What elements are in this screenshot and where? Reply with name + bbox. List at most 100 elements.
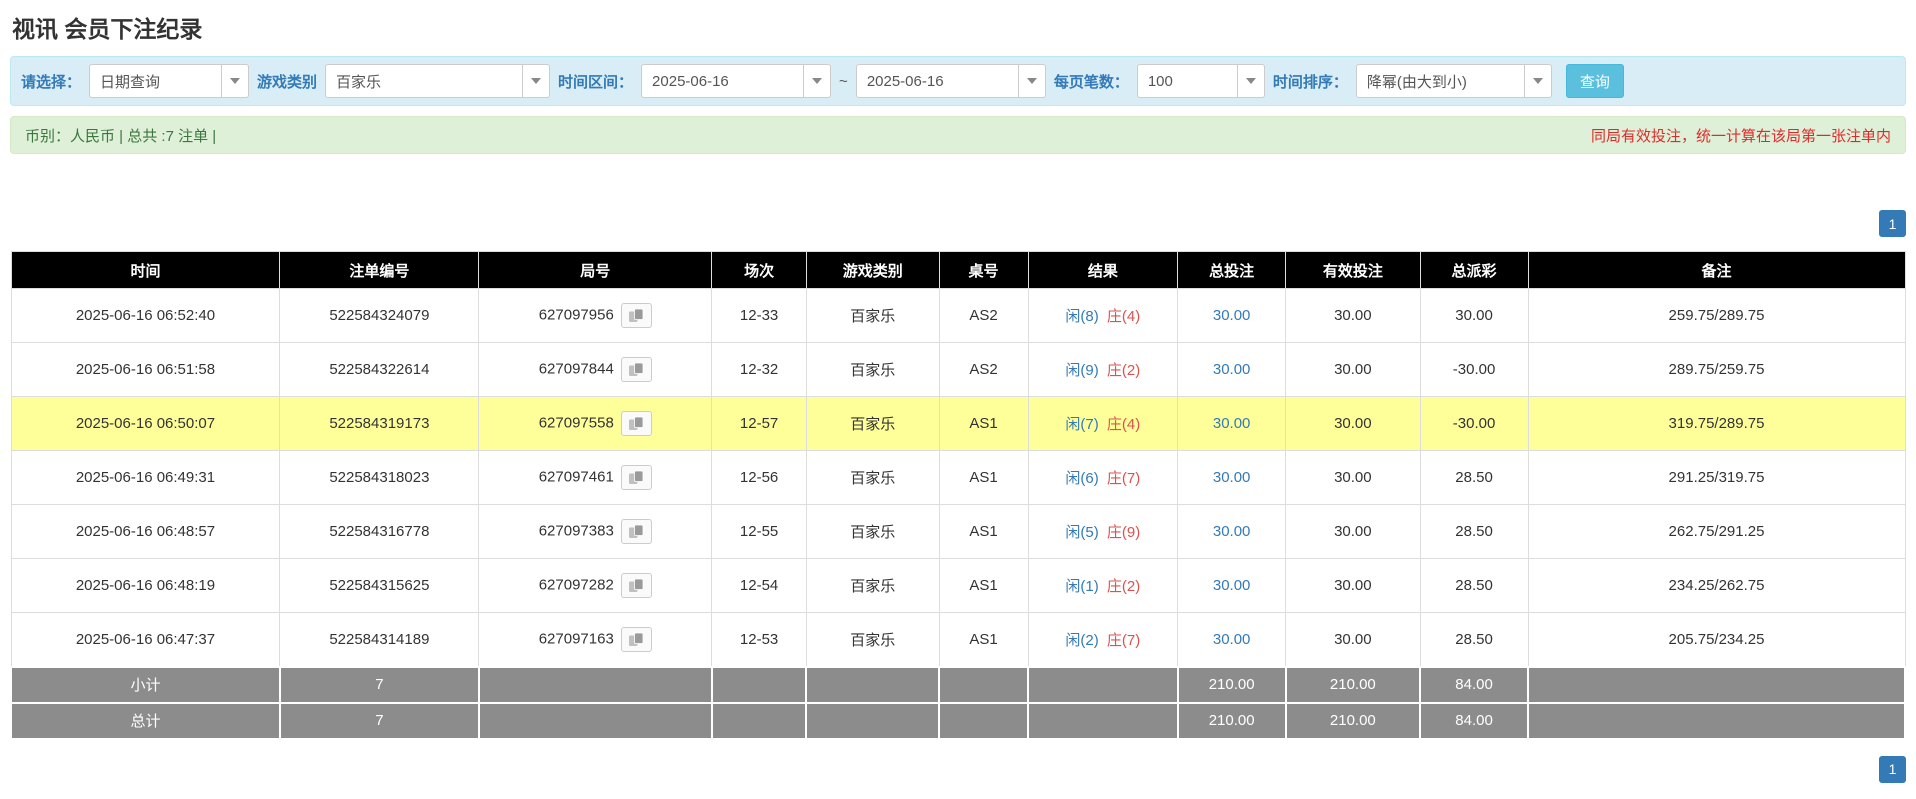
cards-icon <box>628 524 644 538</box>
cell-remark: 319.75/289.75 <box>1527 396 1906 451</box>
page: 视讯 会员下注纪录 请选择： 日期查询 游戏类别 百家乐 时间区间： 2025-… <box>0 0 1916 799</box>
round-preview-button[interactable] <box>620 519 652 544</box>
header-total-bet: 总投注 <box>1177 251 1287 289</box>
cell-time: 2025-06-16 06:48:57 <box>10 504 281 559</box>
result-banker: 庄(4) <box>1106 416 1141 433</box>
cell-table-no: AS1 <box>938 504 1029 559</box>
game-type-select[interactable]: 百家乐 <box>325 64 551 98</box>
total-bet-link[interactable]: 30.00 <box>1213 631 1251 648</box>
header-result: 结果 <box>1027 251 1179 289</box>
header-session: 场次 <box>711 251 807 289</box>
cell-bet-no: 522584315625 <box>279 558 480 613</box>
result-banker: 庄(2) <box>1106 578 1141 595</box>
total-bet-link[interactable]: 30.00 <box>1213 415 1251 432</box>
query-type-select[interactable]: 日期查询 <box>89 64 250 98</box>
round-preview-button[interactable] <box>620 573 652 598</box>
search-button[interactable]: 查询 <box>1565 64 1624 98</box>
cell-result: 闲(1) 庄(2) <box>1027 558 1179 613</box>
page-1-button[interactable]: 1 <box>1879 210 1906 237</box>
empty-cell <box>1527 701 1906 740</box>
game-type-label: 游戏类别 <box>257 73 318 91</box>
result-player: 闲(5) <box>1065 524 1099 541</box>
page-1-button[interactable]: 1 <box>1879 755 1906 783</box>
round-no-value: 627097956 <box>538 306 614 324</box>
total-valid-bet: 210.00 <box>1284 701 1422 740</box>
cell-remark: 289.75/259.75 <box>1527 342 1906 397</box>
date-from-input[interactable]: 2025-06-16 <box>641 64 832 98</box>
total-bet-link[interactable]: 30.00 <box>1213 469 1251 486</box>
result-player: 闲(2) <box>1065 631 1099 649</box>
total-bet-link[interactable]: 30.00 <box>1213 307 1251 324</box>
cell-time: 2025-06-16 06:50:07 <box>10 396 281 451</box>
round-preview-button[interactable] <box>620 465 652 490</box>
table-row: 2025-06-16 06:48:19 522584315625 6270972… <box>10 558 1906 613</box>
cell-session: 12-55 <box>711 504 807 559</box>
sort-order-label: 时间排序： <box>1272 73 1348 91</box>
cell-total-payout: 28.50 <box>1419 612 1529 667</box>
empty-cell <box>477 665 713 704</box>
chevron-down-icon <box>221 65 248 97</box>
result-banker: 庄(7) <box>1106 631 1141 649</box>
subtotal-total-payout: 84.00 <box>1419 665 1530 704</box>
header-bet-no: 注单编号 <box>279 251 480 289</box>
pagination-top: 1 <box>10 210 1906 237</box>
cell-result: 闲(6) 庄(7) <box>1027 450 1179 505</box>
cards-icon <box>628 362 644 376</box>
table-row: 2025-06-16 06:52:40 522584324079 6270979… <box>10 288 1906 343</box>
sort-order-select[interactable]: 降幂(由大到小) <box>1355 64 1552 98</box>
table-row: 2025-06-16 06:49:31 522584318023 6270974… <box>10 450 1906 505</box>
sort-order-value: 降幂(由大到小) <box>1366 73 1467 91</box>
round-preview-button[interactable] <box>620 303 652 328</box>
round-no-value: 627097844 <box>538 360 614 378</box>
cell-round-no: 627097558 <box>478 396 713 451</box>
result-player: 闲(1) <box>1065 578 1099 595</box>
date-to-input[interactable]: 2025-06-16 <box>855 64 1046 98</box>
cell-session: 12-33 <box>711 288 807 343</box>
cards-icon <box>628 308 644 322</box>
result-player: 闲(6) <box>1065 470 1099 487</box>
round-preview-button[interactable] <box>620 357 652 382</box>
cell-valid-bet: 30.00 <box>1285 504 1421 559</box>
header-valid-bet: 有效投注 <box>1285 251 1421 289</box>
result-banker: 庄(9) <box>1106 524 1141 541</box>
cell-total-bet: 30.00 <box>1177 396 1287 451</box>
chevron-down-icon <box>1017 65 1045 97</box>
cell-valid-bet: 30.00 <box>1285 612 1421 667</box>
table-row: 2025-06-16 06:51:58 522584322614 6270978… <box>10 342 1906 397</box>
cell-total-payout: 28.50 <box>1419 450 1529 505</box>
subtotal-row: 小计 7 210.00 210.00 84.00 <box>10 665 1906 704</box>
cell-session: 12-56 <box>711 450 807 505</box>
cell-round-no: 627097383 <box>478 504 713 559</box>
table-row: 2025-06-16 06:47:37 522584314189 6270971… <box>10 612 1906 667</box>
total-total-payout: 84.00 <box>1419 701 1530 740</box>
header-time: 时间 <box>10 251 281 289</box>
table-row: 2025-06-16 06:48:57 522584316778 6270973… <box>10 504 1906 559</box>
range-separator: ~ <box>839 72 848 90</box>
cell-total-bet: 30.00 <box>1177 288 1287 343</box>
round-preview-button[interactable] <box>620 626 652 652</box>
filter-bar: 请选择： 日期查询 游戏类别 百家乐 时间区间： 2025-06-16 ~ 20… <box>10 56 1906 106</box>
result-banker: 庄(2) <box>1106 362 1141 379</box>
cell-total-bet: 30.00 <box>1177 450 1287 505</box>
round-preview-button[interactable] <box>620 411 652 436</box>
chevron-down-icon <box>803 65 830 97</box>
empty-cell <box>1527 665 1906 704</box>
subtotal-label: 小计 <box>10 665 281 704</box>
cell-session: 12-57 <box>711 396 807 451</box>
result-player: 闲(9) <box>1065 362 1099 379</box>
cell-valid-bet: 30.00 <box>1285 288 1421 343</box>
cell-table-no: AS1 <box>938 450 1029 505</box>
cell-valid-bet: 30.00 <box>1285 450 1421 505</box>
chevron-down-icon <box>522 65 549 97</box>
cell-total-payout: -30.00 <box>1419 396 1529 451</box>
empty-cell <box>710 665 808 704</box>
total-count: 7 <box>278 701 480 740</box>
total-bet-link[interactable]: 30.00 <box>1213 361 1251 378</box>
cell-valid-bet: 30.00 <box>1285 396 1421 451</box>
total-bet-link[interactable]: 30.00 <box>1213 523 1251 540</box>
subtotal-total-bet: 210.00 <box>1176 665 1287 704</box>
page-size-select[interactable]: 100 <box>1136 64 1265 98</box>
subtotal-valid-bet: 210.00 <box>1284 665 1422 704</box>
cell-time: 2025-06-16 06:49:31 <box>10 450 281 505</box>
total-bet-link[interactable]: 30.00 <box>1213 577 1251 594</box>
